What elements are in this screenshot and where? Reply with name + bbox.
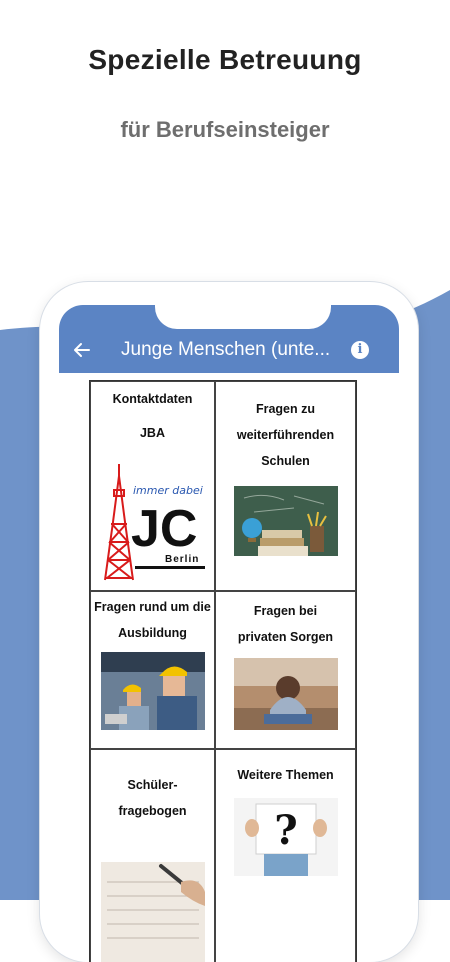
app-title: Junge Menschen (unte... <box>121 339 331 360</box>
tile-label-line: JBA <box>139 426 165 440</box>
tile-label-line: Fragen zu <box>255 402 316 416</box>
jobcenter-berlin-logo: immer dabei JC Berlin <box>99 462 211 582</box>
tile-label-line: Schulen <box>261 454 310 468</box>
apprentice-workers-photo <box>101 652 205 730</box>
sad-person-photo <box>234 658 338 730</box>
tile-private-sorgen[interactable]: Fragen bei privaten Sorgen <box>215 591 356 749</box>
headline: Spezielle Betreuung <box>88 44 362 75</box>
logo-city: Berlin <box>165 554 199 565</box>
tile-label-line: Fragen rund um die <box>94 600 211 614</box>
svg-text:?: ? <box>274 807 297 854</box>
logo-main: JC <box>131 500 197 558</box>
tile-label-line: Weitere Themen <box>237 768 334 782</box>
info-icon[interactable]: i <box>351 341 369 359</box>
tile-label-line: Ausbildung <box>118 626 187 640</box>
tile-schuelerfragebogen[interactable]: Schüler- fragebogen <box>90 749 215 962</box>
tile-label-line: Kontaktdaten <box>112 392 193 406</box>
tile-label-line: Fragen bei <box>253 604 318 618</box>
questionnaire-writing-photo <box>101 862 205 962</box>
topic-grid: Kontaktdaten JBA immer dabei JC Berlin F… <box>89 380 357 962</box>
tile-kontaktdaten[interactable]: Kontaktdaten JBA immer dabei JC Berlin <box>90 381 215 591</box>
tile-label-line: fragebogen <box>118 804 187 818</box>
arrow-left-icon[interactable] <box>73 341 91 359</box>
app-bar: Junge Menschen (unte... i <box>59 303 399 373</box>
question-mark-sign-photo: ? <box>234 798 338 876</box>
books-globe-chalkboard-photo <box>234 486 338 556</box>
tile-ausbildung[interactable]: Fragen rund um die Ausbildung <box>90 591 215 749</box>
tile-label-line: weiterführenden <box>236 428 335 442</box>
tile-weiterfuehrende-schulen[interactable]: Fragen zu weiterführenden Schulen <box>215 381 356 591</box>
phone-notch <box>155 303 331 329</box>
tile-label-line: Schüler- <box>127 778 178 792</box>
logo-tagline: immer dabei <box>133 484 203 497</box>
tile-weitere-themen[interactable]: Weitere Themen ? <box>215 749 356 962</box>
subline: für Berufseinsteiger <box>120 117 330 142</box>
tile-label-line: privaten Sorgen <box>237 630 334 644</box>
phone-mockup: Junge Menschen (unte... i Kontaktdaten J… <box>40 282 418 962</box>
